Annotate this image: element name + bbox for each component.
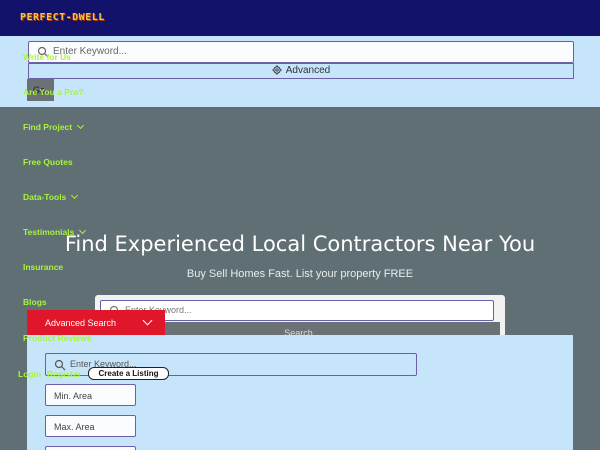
- nav-product-reviews[interactable]: Product Reviews: [23, 333, 92, 343]
- nav-label: Product Reviews: [23, 333, 92, 343]
- top-bar: PERFECT-DWELL: [0, 0, 600, 36]
- extra-input[interactable]: [45, 446, 136, 450]
- nav-label: Find Project: [23, 122, 73, 132]
- chevron-down-icon: [71, 191, 79, 200]
- nav-label: Data-Tools: [23, 192, 67, 202]
- advanced-label: Advanced: [285, 65, 331, 76]
- nav-label: Are You a Pro?: [23, 87, 84, 97]
- nav-are-you-a-pro[interactable]: Are You a Pro?: [23, 87, 84, 97]
- nav-label: Write for Us: [23, 52, 72, 62]
- min-area-input[interactable]: Min. Area: [45, 384, 136, 406]
- nav-find-project[interactable]: Find Project: [23, 121, 85, 132]
- chevron-down-icon: [142, 315, 153, 326]
- advanced-search-tab[interactable]: Advanced Search: [27, 310, 165, 335]
- max-area-input[interactable]: Max. Area: [45, 415, 136, 437]
- nav-label: Blogs: [23, 297, 47, 307]
- advanced-button[interactable]: Advanced: [28, 63, 574, 79]
- gear-icon: [272, 65, 282, 76]
- advanced-search-label: Advanced Search: [45, 318, 117, 328]
- nav-register[interactable]: Register: [47, 369, 81, 379]
- nav-free-quotes[interactable]: Free Quotes: [23, 157, 73, 167]
- nav-label: Free Quotes: [23, 157, 73, 167]
- nav-write-for-us[interactable]: Write for Us: [23, 52, 71, 62]
- hero-subtitle: Buy Sell Homes Fast. List your property …: [186, 268, 414, 280]
- site-logo[interactable]: PERFECT-DWELL: [20, 12, 105, 23]
- create-listing-button[interactable]: Create a Listing: [88, 367, 169, 380]
- search-input[interactable]: Enter Keyword...: [28, 41, 574, 63]
- nav-data-tools[interactable]: Data-Tools: [23, 191, 79, 202]
- chevron-down-icon: [77, 121, 85, 130]
- nav-blogs[interactable]: Blogs: [23, 297, 47, 307]
- nav-login[interactable]: Login: [18, 369, 41, 379]
- hero-title: Find Experienced Local Contractors Near …: [64, 232, 536, 256]
